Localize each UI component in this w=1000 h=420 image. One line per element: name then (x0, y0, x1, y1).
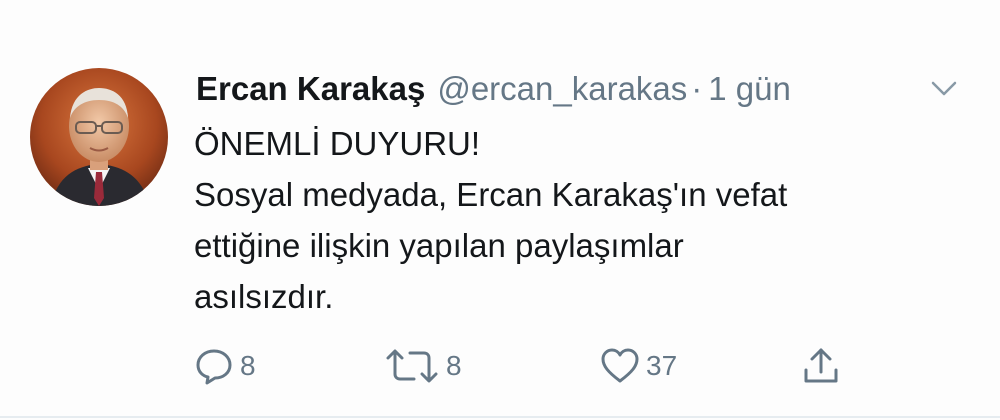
share-icon (804, 348, 838, 383)
tweet-actions: 8 8 37 (0, 344, 1000, 388)
tweet-line: ÖNEMLİ DUYURU! (194, 125, 481, 162)
user-handle[interactable]: @ercan_karakas (437, 66, 687, 112)
tweet-line: asılsızdır. (194, 278, 334, 315)
tweet-line: ettiğine ilişkin yapılan paylaşımlar (194, 227, 684, 264)
heart-icon (601, 348, 639, 383)
tweet-time[interactable]: 1 gün (708, 66, 791, 112)
separator-dot: · (691, 70, 703, 107)
tweet-card: Ercan Karakaş @ercan_karakas · 1 gün ÖNE… (0, 0, 1000, 420)
display-name[interactable]: Ercan Karakaş (196, 66, 425, 112)
tweet-header: Ercan Karakaş @ercan_karakas · 1 gün (196, 66, 791, 112)
reply-button[interactable]: 8 (194, 344, 256, 388)
share-button[interactable] (801, 344, 841, 388)
retweet-count: 8 (446, 350, 462, 381)
avatar[interactable] (30, 68, 168, 206)
reply-count: 8 (240, 350, 256, 381)
divider (0, 416, 1000, 418)
tweet-text: ÖNEMLİ DUYURU! Sosyal medyada, Ercan Kar… (194, 118, 984, 322)
like-button[interactable]: 37 (600, 344, 677, 388)
chevron-down-icon[interactable] (930, 78, 958, 100)
retweet-button[interactable]: 8 (384, 344, 462, 388)
retweet-icon (386, 349, 438, 383)
reply-icon (196, 349, 232, 385)
avatar-photo (30, 68, 168, 206)
like-count: 37 (646, 350, 678, 381)
tweet-line: Sosyal medyada, Ercan Karakaş'ın vefat (194, 176, 788, 213)
